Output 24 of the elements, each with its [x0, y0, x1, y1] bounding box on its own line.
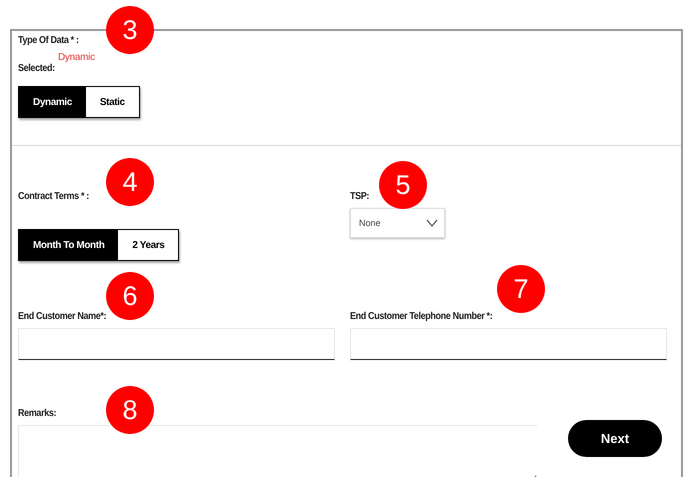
- field-label: Contract Terms * :: [18, 191, 89, 202]
- segment-button[interactable]: Static: [86, 87, 139, 117]
- field-label: Type Of Data * :: [18, 35, 80, 46]
- input-field[interactable]: [18, 328, 335, 360]
- chevron-icon: [426, 219, 438, 227]
- input-field[interactable]: [350, 328, 667, 360]
- segment-button[interactable]: Month To Month: [19, 230, 118, 260]
- callout-badge: 4: [106, 158, 154, 206]
- field-label: End Customer Name*:: [18, 311, 106, 322]
- callout-badge: 7: [497, 265, 545, 313]
- callout-badge: 5: [379, 161, 427, 209]
- segment-button[interactable]: 2 Years: [118, 230, 178, 260]
- field-label: TSP:: [350, 191, 370, 202]
- field-label: End Customer Telephone Number *:: [350, 311, 492, 322]
- next-button[interactable]: Next: [568, 420, 662, 457]
- callout-badge: 6: [106, 272, 154, 320]
- callout-badge: 3: [106, 6, 154, 54]
- tsp-dropdown[interactable]: None: [350, 208, 445, 238]
- remarks-field[interactable]: [18, 425, 537, 477]
- segment-button[interactable]: Dynamic: [19, 87, 86, 117]
- field-label: Remarks:: [18, 408, 56, 419]
- selected-value: Dynamic: [58, 52, 95, 63]
- callout-badge: 8: [106, 386, 154, 434]
- field-label: Selected:: [18, 63, 56, 74]
